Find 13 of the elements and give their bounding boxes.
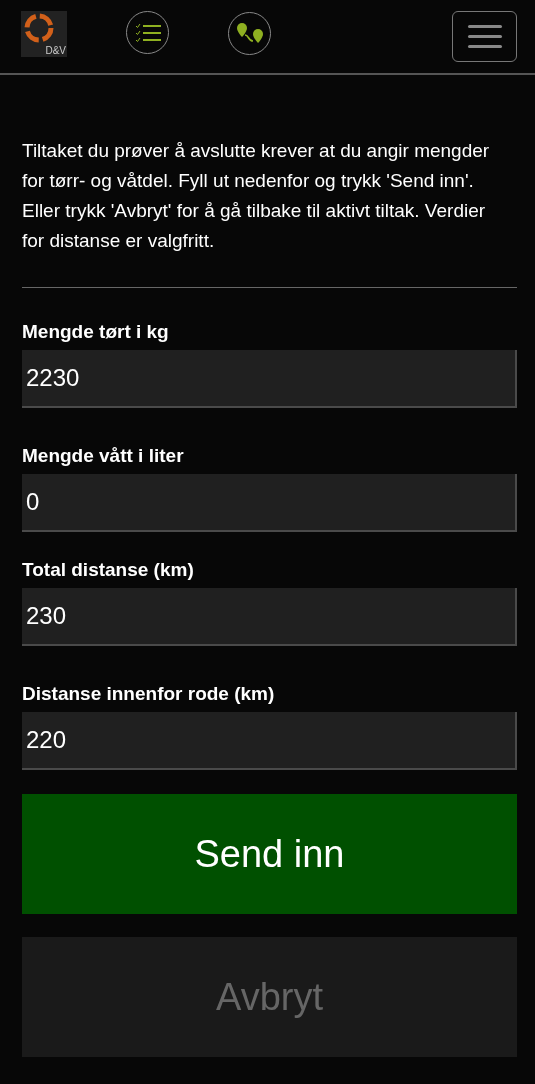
ring-icon <box>22 11 56 45</box>
input-field[interactable]: 2230 <box>22 350 517 408</box>
menu-button[interactable] <box>452 11 517 62</box>
field-label: Mengde tørt i kg <box>22 320 170 344</box>
input-field[interactable]: 0 <box>22 474 517 532</box>
input-field[interactable]: 230 <box>22 588 517 646</box>
field-label: Total distanse (km) <box>22 558 195 582</box>
submit-button[interactable]: Send inn <box>22 794 517 914</box>
input-field[interactable]: 220 <box>22 712 517 770</box>
field-label: Distanse innenfor rode (km) <box>22 682 276 706</box>
logo-text: D&V <box>45 46 67 57</box>
intro-text: Tiltaket du prøver å avslutte krever at du angir mengder for tørr- og våtdel. Fyll ut nedenfor og trykk 'Send inn'. Eller trykk 'Avbryt' for å gå tilbake til aktivt tiltak. Verdier for distanse er valgfritt. <box>22 139 491 253</box>
field-label: Mengde vått i liter <box>22 444 185 468</box>
